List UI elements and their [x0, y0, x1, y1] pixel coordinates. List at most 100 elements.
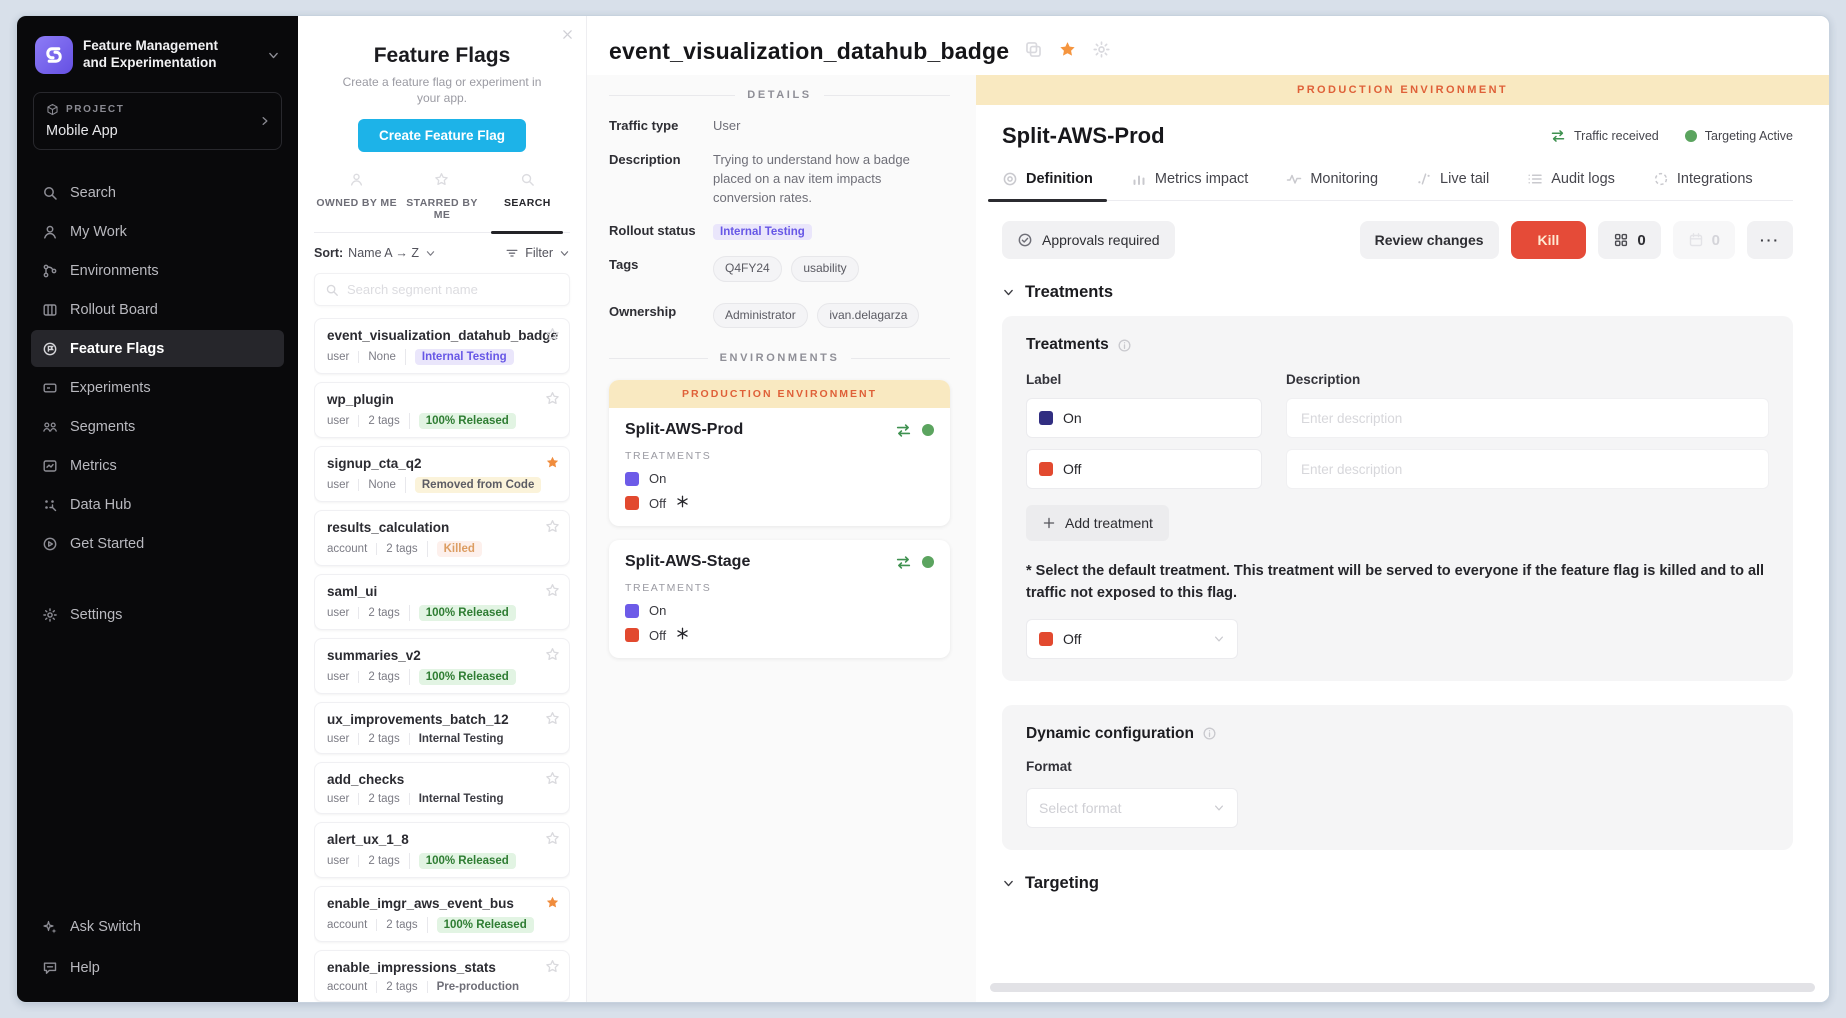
app-logo[interactable]: Feature Management and Experimentation	[31, 34, 284, 76]
flag-list-item[interactable]: event_visualization_datahub_badge user N…	[314, 318, 570, 374]
project-selector[interactable]: PROJECT Mobile App	[33, 92, 282, 150]
targeting-active-indicator: Targeting Active	[1685, 129, 1793, 143]
treatments-label: TREATMENTS	[625, 582, 934, 594]
tab-owned-by-me[interactable]: OWNED BY ME	[314, 168, 399, 232]
sidebar-item-data-hub[interactable]: Data Hub	[31, 486, 284, 523]
flag-list-item[interactable]: enable_imgr_aws_event_bus account 2 tags…	[314, 886, 570, 942]
sidebar-nav: Search My Work Environments Rollout Boar…	[31, 174, 284, 562]
gear-icon[interactable]	[1092, 40, 1111, 64]
default-treatment-select[interactable]: Off	[1026, 619, 1238, 659]
sidebar-item-ask-switch[interactable]: Ask Switch	[31, 908, 284, 945]
sidebar-item-rollout-board[interactable]: Rollout Board	[31, 291, 284, 328]
description-row: Description Trying to understand how a b…	[609, 151, 950, 208]
star-icon[interactable]	[545, 391, 560, 411]
sidebar-item-my-work[interactable]: My Work	[31, 213, 284, 250]
tab-monitoring[interactable]: Monitoring	[1286, 171, 1378, 200]
sidebar-item-help[interactable]: Help	[31, 949, 284, 986]
tab-icon	[520, 172, 535, 187]
close-icon[interactable]	[561, 28, 574, 46]
flag-status-badge: Internal Testing	[419, 793, 504, 805]
treatment-description-input[interactable]	[1286, 449, 1769, 489]
targeting-section-toggle[interactable]: Targeting	[1002, 874, 1793, 893]
tab-integrations[interactable]: Integrations	[1653, 171, 1753, 200]
treatment-label-input[interactable]: On	[1026, 398, 1262, 438]
horizontal-scrollbar[interactable]	[990, 983, 1815, 992]
treatments-section-toggle[interactable]: Treatments	[1002, 283, 1793, 302]
grid-count-button[interactable]: 0	[1598, 221, 1660, 259]
star-icon[interactable]	[545, 583, 560, 603]
flag-list-item[interactable]: saml_ui user 2 tags 100% Released	[314, 574, 570, 630]
star-icon[interactable]	[545, 959, 560, 979]
tab-metrics-impact[interactable]: Metrics impact	[1131, 171, 1248, 200]
flag-list-item[interactable]: enable_impressions_stats account 2 tags …	[314, 950, 570, 1002]
flag-meta: user 2 tags 100% Released	[327, 669, 557, 685]
sidebar-item-segments[interactable]: Segments	[31, 408, 284, 445]
treatment-label: Off	[649, 628, 666, 643]
copy-icon[interactable]	[1024, 40, 1043, 64]
flag-status-badge: 100% Released	[437, 917, 534, 933]
tab-live-tail[interactable]: Live tail	[1416, 171, 1489, 200]
star-icon[interactable]	[545, 327, 560, 347]
search-input[interactable]	[347, 282, 559, 297]
treatment-label-input[interactable]: Off	[1026, 449, 1262, 489]
treatment-description-input[interactable]	[1286, 398, 1769, 438]
flag-list-item[interactable]: signup_cta_q2 user None Removed from Cod…	[314, 446, 570, 502]
owner-pill[interactable]: ivan.delagarza	[817, 303, 919, 328]
flag-name: saml_ui	[327, 584, 557, 599]
flag-list-item[interactable]: ux_improvements_batch_12 user 2 tags Int…	[314, 702, 570, 754]
environment-card[interactable]: PRODUCTION ENVIRONMENT Split-AWS-Prod TR…	[609, 380, 950, 526]
sidebar-item-experiments[interactable]: Experiments	[31, 369, 284, 406]
treatment-item: On	[625, 603, 934, 618]
tab-starred-by-me[interactable]: STARRED BY ME	[399, 168, 484, 232]
tag-pill[interactable]: usability	[791, 256, 858, 281]
tab-search[interactable]: SEARCH	[485, 168, 570, 232]
format-select[interactable]: Select format	[1026, 788, 1238, 828]
tab-audit-logs[interactable]: Audit logs	[1527, 171, 1615, 200]
star-icon[interactable]	[545, 831, 560, 851]
default-treatment-note: * Select the default treatment. This tre…	[1026, 561, 1769, 605]
tab-label: Audit logs	[1551, 171, 1615, 187]
more-button[interactable]: ···	[1747, 221, 1793, 259]
star-icon[interactable]	[545, 895, 560, 915]
tab-label: STARRED BY ME	[399, 197, 484, 221]
environment-card[interactable]: Split-AWS-Stage TREATMENTS On Off	[609, 540, 950, 658]
flag-list-item[interactable]: add_checks user 2 tags Internal Testing	[314, 762, 570, 814]
sort-label: Sort:	[314, 246, 343, 260]
environment-tabs: Definition Metrics impact Monitoring Liv…	[1002, 171, 1793, 201]
sidebar-item-settings[interactable]: Settings	[31, 596, 284, 633]
flag-list-item[interactable]: results_calculation account 2 tags Kille…	[314, 510, 570, 566]
filter-button[interactable]: Filter	[505, 246, 570, 260]
star-icon[interactable]	[1058, 40, 1077, 64]
treatment-row: On	[1026, 398, 1769, 438]
rollout-status-row: Rollout status Internal Testing	[609, 222, 950, 241]
flag-list-item[interactable]: summaries_v2 user 2 tags 100% Released	[314, 638, 570, 694]
owner-pill[interactable]: Administrator	[713, 303, 808, 328]
flag-name: event_visualization_datahub_badge	[327, 328, 557, 343]
add-treatment-button[interactable]: Add treatment	[1026, 505, 1169, 541]
tab-definition[interactable]: Definition	[1002, 171, 1093, 200]
star-icon[interactable]	[545, 647, 560, 667]
calendar-count-button[interactable]: 0	[1673, 221, 1735, 259]
star-icon[interactable]	[545, 455, 560, 475]
treatment-row: Off	[1026, 449, 1769, 489]
create-feature-flag-button[interactable]: Create Feature Flag	[358, 119, 526, 152]
star-icon[interactable]	[545, 771, 560, 791]
flag-list-item[interactable]: alert_ux_1_8 user 2 tags 100% Released	[314, 822, 570, 878]
review-changes-button[interactable]: Review changes	[1360, 221, 1499, 259]
approvals-required-button[interactable]: Approvals required	[1002, 221, 1175, 259]
star-icon[interactable]	[545, 519, 560, 539]
sidebar-item-label: Metrics	[70, 458, 117, 474]
flag-list-item[interactable]: wp_plugin user 2 tags 100% Released	[314, 382, 570, 438]
flag-search[interactable]	[314, 273, 570, 306]
tab-label: Monitoring	[1310, 171, 1378, 187]
sort-value[interactable]: Name A → Z	[348, 246, 419, 260]
star-icon[interactable]	[545, 711, 560, 731]
kill-button[interactable]: Kill	[1511, 221, 1587, 259]
sidebar-item-get-started[interactable]: Get Started	[31, 525, 284, 562]
sidebar-item-metrics[interactable]: Metrics	[31, 447, 284, 484]
chevron-down-icon[interactable]	[425, 248, 436, 259]
sidebar-item-feature-flags[interactable]: Feature Flags	[31, 330, 284, 367]
sidebar-item-environments[interactable]: Environments	[31, 252, 284, 289]
sidebar-item-search[interactable]: Search	[31, 174, 284, 211]
tag-pill[interactable]: Q4FY24	[713, 256, 782, 281]
